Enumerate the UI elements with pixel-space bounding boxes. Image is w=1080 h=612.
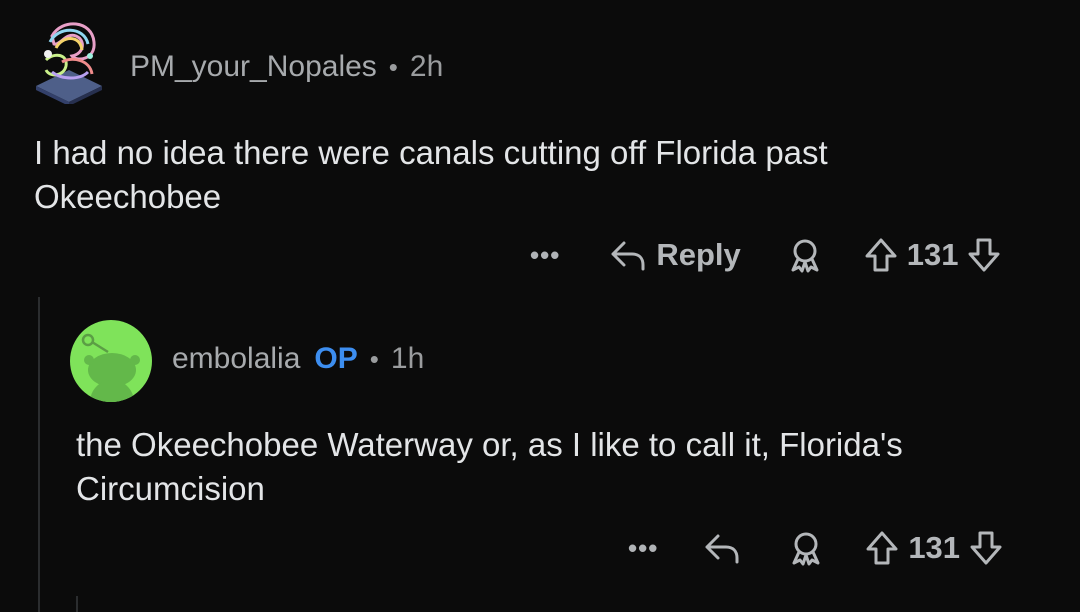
downvote-button[interactable] bbox=[970, 530, 1002, 566]
reply-label: Reply bbox=[656, 237, 741, 272]
reply-button[interactable]: Reply bbox=[610, 237, 741, 273]
comment-meta: embolalia OP • 1h bbox=[172, 342, 424, 376]
comment-body-line: the Okeechobee Waterway or, as I like to… bbox=[76, 426, 903, 463]
comment-body: I had no idea there were canals cutting … bbox=[34, 131, 828, 219]
comment-actions: ••• 131 bbox=[628, 526, 1002, 570]
comment-body-line: I had no idea there were canals cutting … bbox=[34, 134, 828, 171]
comment-actions: ••• Reply 131 bbox=[530, 233, 1000, 277]
upvote-button[interactable] bbox=[865, 237, 897, 273]
award-button[interactable] bbox=[787, 237, 823, 273]
separator-dot: • bbox=[369, 343, 379, 374]
comment-top-level: PM_your_Nopales • 2h I had no idea there… bbox=[0, 0, 1080, 290]
comment-body-line: Okeechobee bbox=[34, 178, 222, 215]
downvote-arrow-icon bbox=[970, 531, 1002, 565]
award-button[interactable] bbox=[788, 530, 824, 566]
user-avatar-snoo-art[interactable] bbox=[32, 16, 106, 106]
snoo-icon bbox=[81, 333, 140, 402]
username[interactable]: embolalia bbox=[172, 342, 300, 376]
reply-icon bbox=[705, 534, 739, 564]
award-icon bbox=[791, 239, 819, 273]
more-icon: ••• bbox=[530, 239, 561, 270]
thread-line[interactable] bbox=[38, 297, 40, 612]
upvote-arrow-icon bbox=[866, 531, 898, 565]
upvote-button[interactable] bbox=[866, 530, 898, 566]
comment-body-line: Circumcision bbox=[76, 470, 265, 507]
comment-age: 2h bbox=[409, 50, 444, 83]
more-icon: ••• bbox=[628, 532, 659, 563]
username[interactable]: PM_your_Nopales bbox=[130, 50, 377, 84]
separator-dot: • bbox=[388, 51, 398, 82]
thread-line[interactable] bbox=[76, 596, 78, 612]
comment-body: the Okeechobee Waterway or, as I like to… bbox=[76, 423, 903, 511]
upvote-arrow-icon bbox=[865, 238, 897, 272]
downvote-button[interactable] bbox=[968, 237, 1000, 273]
more-options-button[interactable]: ••• bbox=[530, 240, 560, 271]
comment-meta: PM_your_Nopales • 2h bbox=[130, 50, 443, 84]
vote-count: 131 bbox=[906, 237, 959, 272]
vote-count: 131 bbox=[908, 530, 961, 565]
comment-age: 1h bbox=[390, 342, 425, 375]
op-badge: OP bbox=[314, 342, 358, 375]
reply-icon bbox=[611, 241, 645, 271]
user-avatar-default[interactable] bbox=[70, 320, 152, 402]
reply-button[interactable] bbox=[704, 532, 740, 564]
downvote-arrow-icon bbox=[968, 238, 1000, 272]
award-icon bbox=[792, 532, 820, 566]
more-options-button[interactable]: ••• bbox=[628, 533, 658, 564]
